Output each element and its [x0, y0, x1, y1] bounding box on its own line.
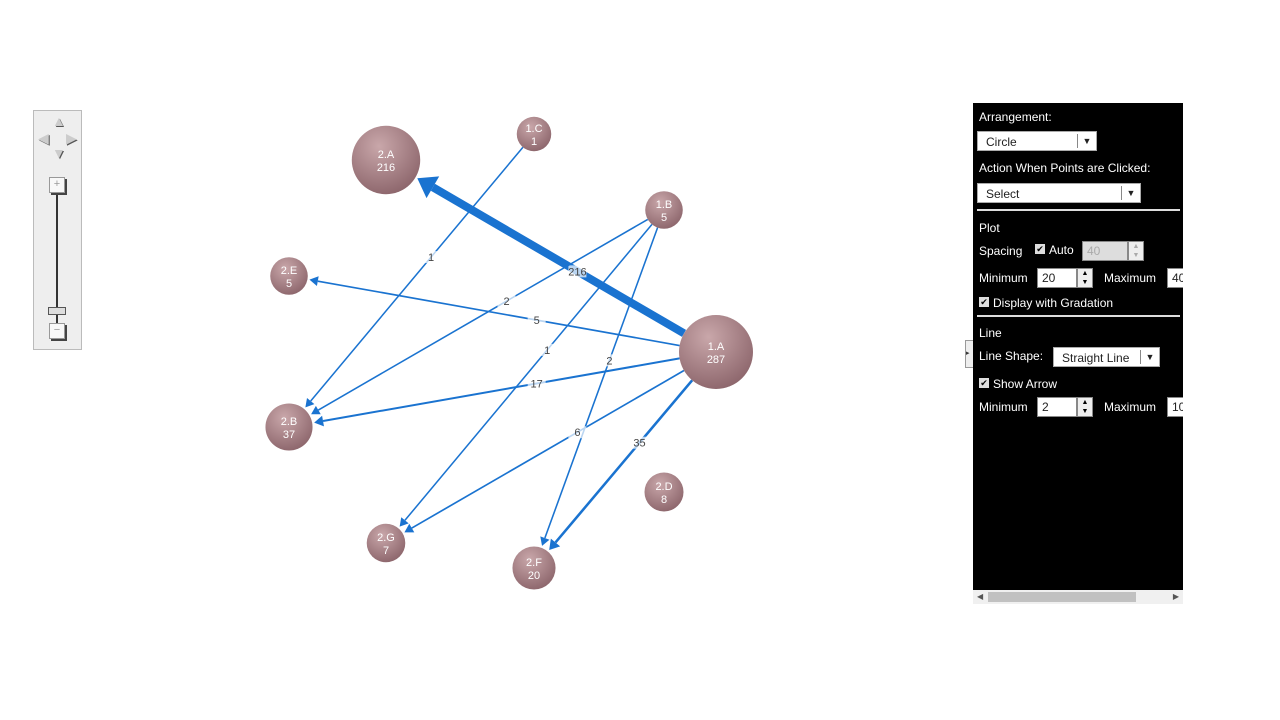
edge-label: 216: [568, 266, 586, 278]
edge-1.B-2.B[interactable]: 2: [311, 218, 649, 415]
node-2.F[interactable]: 2.F20: [512, 546, 556, 590]
edge-label: 2: [606, 355, 612, 367]
node-1.B[interactable]: 1.B5: [645, 191, 683, 229]
edge-label: 5: [534, 315, 540, 327]
gradation-checkbox[interactable]: ✔: [979, 297, 989, 307]
chevron-down-icon: ▼: [1140, 350, 1159, 364]
action-label: Action When Points are Clicked:: [979, 161, 1151, 175]
show-arrow-checkbox[interactable]: ✔: [979, 378, 989, 388]
node-value-label: 8: [661, 494, 667, 506]
scroll-left-icon[interactable]: ◀: [977, 590, 983, 604]
plot-min-stepper[interactable]: ▲ ▼: [1077, 268, 1093, 288]
arrangement-value: Circle: [986, 135, 1017, 149]
node-id-label: 2.G: [377, 532, 395, 544]
edge-1.B-2.F[interactable]: 2: [540, 227, 659, 546]
edge-line[interactable]: [310, 146, 524, 402]
spacing-label: Spacing: [979, 244, 1023, 258]
line-max-input[interactable]: 10: [1167, 397, 1183, 417]
edge-line[interactable]: [404, 223, 653, 521]
divider: [977, 209, 1180, 211]
auto-checkbox[interactable]: ✔: [1035, 244, 1045, 254]
node-value-label: 1: [531, 136, 537, 148]
edge-1.A-2.A[interactable]: 216: [417, 176, 687, 337]
edge-line[interactable]: [322, 357, 680, 423]
edge-label: 17: [531, 379, 543, 391]
edge-line[interactable]: [317, 280, 680, 347]
line-min-input[interactable]: 2: [1037, 397, 1077, 417]
settings-panel: Arrangement: Circle ▼ Action When Points …: [973, 103, 1183, 603]
edge-line[interactable]: [544, 227, 659, 539]
line-min-label: Minimum: [979, 400, 1028, 414]
node-2.A[interactable]: 2.A216: [351, 125, 421, 195]
node-value-label: 7: [383, 545, 389, 557]
line-heading: Line: [979, 326, 1002, 340]
edge-label: 2: [503, 296, 509, 308]
action-value: Select: [986, 187, 1020, 201]
scrollbar-thumb[interactable]: [988, 592, 1136, 602]
arrowhead-icon: [309, 276, 319, 287]
node-id-label: 2.F: [526, 557, 542, 569]
plot-max-label: Maximum: [1104, 271, 1157, 285]
node-1.A[interactable]: 1.A287: [679, 315, 753, 389]
node-2.B[interactable]: 2.B37: [265, 403, 313, 451]
edge-1.A-2.G[interactable]: 6: [404, 369, 685, 533]
chevron-down-icon: ▼: [1077, 134, 1096, 148]
node-2.D[interactable]: 2.D8: [644, 472, 684, 512]
line-max-label: Maximum: [1104, 400, 1157, 414]
spacing-input[interactable]: 40: [1082, 241, 1128, 261]
edge-label: 1: [544, 345, 550, 357]
plot-max-input[interactable]: 40: [1167, 268, 1183, 288]
edge-label: 35: [633, 438, 645, 450]
show-arrow-label: Show Arrow: [993, 377, 1058, 391]
chevron-down-icon: ▼: [1121, 186, 1140, 200]
edge-line[interactable]: [317, 218, 649, 411]
divider: [977, 315, 1180, 317]
node-2.E[interactable]: 2.E5: [270, 257, 308, 295]
panel-horizontal-scrollbar[interactable]: ◀ ▶: [973, 590, 1183, 604]
node-value-label: 20: [528, 570, 540, 582]
plot-heading: Plot: [979, 221, 1000, 235]
node-1.C[interactable]: 1.C1: [516, 116, 552, 152]
node-value-label: 287: [707, 354, 725, 366]
spacing-stepper[interactable]: ▲ ▼: [1128, 241, 1144, 261]
edge-1.B-2.G[interactable]: 1: [399, 223, 653, 527]
edge-1.C-2.B[interactable]: 1: [305, 146, 524, 408]
node-id-label: 1.C: [525, 123, 542, 135]
plot-min-label: Minimum: [979, 271, 1028, 285]
edge-label: 6: [574, 427, 580, 439]
node-value-label: 216: [377, 162, 395, 174]
auto-label: Auto: [1049, 243, 1074, 257]
line-shape-select[interactable]: Straight Line ▼: [1053, 347, 1160, 367]
node-id-label: 2.E: [281, 265, 298, 277]
node-id-label: 2.B: [281, 416, 298, 428]
arrangement-select[interactable]: Circle ▼: [977, 131, 1097, 151]
node-value-label: 5: [661, 212, 667, 224]
line-shape-value: Straight Line: [1062, 351, 1130, 365]
scroll-right-icon[interactable]: ▶: [1173, 590, 1179, 604]
action-select[interactable]: Select ▼: [977, 183, 1141, 203]
node-value-label: 5: [286, 278, 292, 290]
node-id-label: 2.A: [378, 149, 395, 161]
node-2.G[interactable]: 2.G7: [366, 523, 406, 563]
node-value-label: 37: [283, 429, 295, 441]
edge-label: 1: [428, 252, 434, 264]
plot-min-input[interactable]: 20: [1037, 268, 1077, 288]
network-chart: 1216251217635 2.A2161.C11.B52.E51.A2872.…: [265, 116, 753, 590]
arrangement-label: Arrangement:: [979, 110, 1052, 124]
node-id-label: 1.B: [656, 199, 673, 211]
edge-1.A-2.B[interactable]: 17: [314, 357, 680, 427]
line-shape-label: Line Shape:: [979, 349, 1044, 363]
gradation-label: Display with Gradation: [993, 296, 1114, 310]
node-id-label: 2.D: [655, 481, 672, 493]
line-min-stepper[interactable]: ▲ ▼: [1077, 397, 1093, 417]
arrowhead-icon: [314, 415, 324, 427]
node-id-label: 1.A: [708, 341, 725, 353]
